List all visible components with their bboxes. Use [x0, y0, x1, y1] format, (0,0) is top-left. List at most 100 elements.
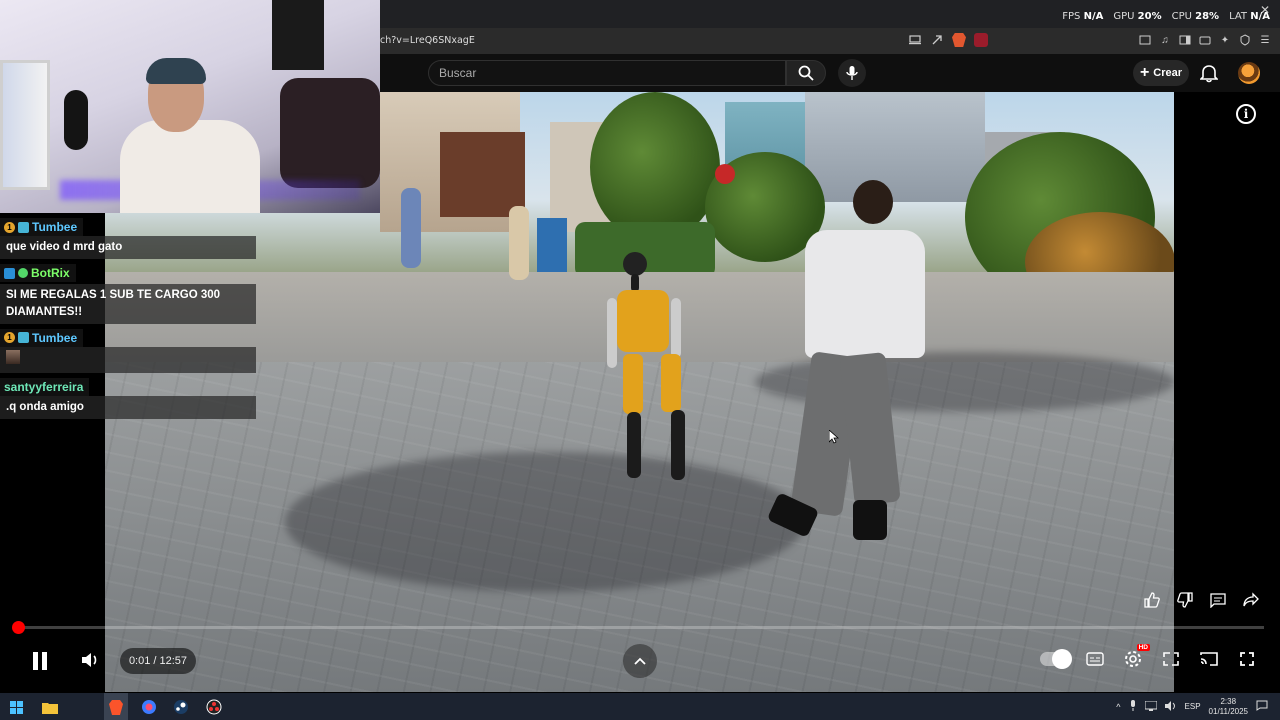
- brave-rewards-icon[interactable]: [974, 33, 988, 47]
- man-shoe: [853, 500, 887, 540]
- create-label: Crear: [1153, 67, 1183, 79]
- expand-up-button[interactable]: [623, 644, 657, 678]
- file-explorer-button[interactable]: [40, 697, 60, 717]
- chat-text: .q onda amigo: [0, 395, 256, 419]
- speaker-icon[interactable]: [1164, 700, 1177, 713]
- robot-leg: [623, 354, 643, 414]
- menu-icon[interactable]: ☰: [1258, 33, 1272, 47]
- close-window-icon[interactable]: ✕: [1260, 3, 1270, 17]
- steam-icon: [174, 700, 188, 714]
- settings-button[interactable]: HD: [1120, 644, 1150, 672]
- chat-username: BotRix: [0, 264, 76, 282]
- voice-search-button[interactable]: [838, 59, 866, 87]
- like-button[interactable]: [1140, 588, 1164, 612]
- obs-icon: [206, 699, 222, 715]
- screen: FPS N/A GPU 20% CPU 28% LAT N/A ✕ ch?v=L…: [0, 0, 1280, 720]
- fullscreen-button[interactable]: [1234, 646, 1260, 672]
- gpu-stat: GPU 20%: [1113, 11, 1162, 22]
- wallet-icon[interactable]: [1198, 33, 1212, 47]
- verified-badge-icon: [18, 268, 28, 278]
- folder-icon: [42, 702, 58, 714]
- autoplay-toggle[interactable]: [1040, 649, 1072, 669]
- shadow: [285, 452, 805, 592]
- info-icon[interactable]: i: [1236, 104, 1256, 124]
- search-icon: [798, 65, 814, 81]
- robot-leg: [661, 354, 681, 412]
- language-indicator[interactable]: ESP: [1185, 702, 1201, 711]
- chat-badge-icon: [18, 332, 29, 343]
- dislike-button[interactable]: [1173, 588, 1197, 612]
- steam-button[interactable]: [171, 697, 191, 717]
- chat-message: 1 Tumbee que video d mrd gato: [0, 213, 256, 259]
- miniplayer-button[interactable]: [1158, 646, 1184, 672]
- username-text: santyyferreira: [4, 379, 84, 394]
- subscriber-badge-icon: 1: [4, 221, 15, 233]
- chat-message: 1 Tumbee: [0, 324, 256, 373]
- leo-ai-icon[interactable]: ✦: [1218, 33, 1232, 47]
- network-icon[interactable]: [1144, 700, 1158, 713]
- clock[interactable]: 2:38 01/11/2025: [1209, 697, 1248, 717]
- thumbs-up-icon: [1144, 592, 1160, 608]
- url-field[interactable]: ch?v=LreQ6SNxagE: [380, 35, 475, 46]
- streamer-body: [120, 120, 260, 213]
- microphone-icon: [846, 66, 858, 80]
- windows-logo-icon: [9, 700, 23, 714]
- microphone-tray-icon[interactable]: [1129, 700, 1137, 713]
- brave-icon: [109, 699, 123, 715]
- vpn-icon[interactable]: [1238, 33, 1252, 47]
- chat-message: BotRix SI ME REGALAS 1 SUB TE CARGO 300 …: [0, 259, 256, 324]
- scrubber-handle[interactable]: [12, 621, 25, 634]
- comments-button[interactable]: [1206, 588, 1230, 612]
- brave-shields-icon[interactable]: [952, 33, 966, 47]
- chat-username: santyyferreira: [0, 377, 90, 396]
- subscriber-badge-icon: 1: [4, 332, 15, 343]
- emote-icon: [6, 349, 20, 364]
- moderator-badge-icon: [4, 267, 15, 279]
- pause-button[interactable]: [30, 650, 50, 677]
- robot-arm: [607, 298, 617, 368]
- share-button[interactable]: [1239, 588, 1263, 612]
- robot-shin: [627, 412, 641, 478]
- fullscreen-icon: [1240, 652, 1254, 666]
- man-head: [853, 180, 893, 224]
- app-button[interactable]: [139, 697, 159, 717]
- tree: [590, 92, 720, 242]
- media-icon[interactable]: ♫: [1158, 33, 1172, 47]
- building: [440, 132, 525, 217]
- mouse-cursor-icon: [829, 430, 839, 444]
- start-button[interactable]: [6, 697, 26, 717]
- miniplayer-icon: [1163, 652, 1179, 666]
- search-input[interactable]: Buscar: [428, 60, 786, 86]
- chat-badge-icon: [18, 221, 29, 233]
- subtitles-button[interactable]: [1082, 646, 1108, 672]
- volume-icon: [82, 653, 97, 667]
- plus-icon: +: [1139, 64, 1150, 81]
- show-hidden-icons-button[interactable]: ^: [1116, 702, 1120, 712]
- notifications-tray-icon[interactable]: [1256, 700, 1268, 713]
- account-avatar[interactable]: [1238, 62, 1260, 84]
- clock-date: 01/11/2025: [1208, 706, 1248, 716]
- gear-icon: [1125, 651, 1141, 667]
- app-icon: [142, 700, 156, 714]
- search-button[interactable]: [786, 60, 826, 86]
- cast-tab-icon[interactable]: [908, 33, 922, 47]
- reader-mode-icon[interactable]: [1138, 33, 1152, 47]
- thumbs-down-icon: [1177, 592, 1193, 608]
- sidebar-icon[interactable]: [1178, 33, 1192, 47]
- performance-overlay: FPS N/A GPU 20% CPU 28% LAT N/A: [1062, 11, 1270, 22]
- gaming-chair: [280, 78, 380, 188]
- pedestrian: [509, 206, 529, 280]
- hanging-jersey: [272, 0, 324, 70]
- create-button[interactable]: + Crear: [1133, 60, 1189, 86]
- cast-button[interactable]: [1196, 646, 1222, 672]
- progress-bar[interactable]: [18, 626, 1264, 629]
- time-display: 0:01 / 12:57: [120, 648, 196, 674]
- obs-button[interactable]: [204, 697, 224, 717]
- robot-arm: [671, 298, 681, 358]
- volume-button[interactable]: [80, 650, 100, 675]
- bell-icon: [1199, 65, 1219, 83]
- brave-browser-button[interactable]: [106, 697, 126, 717]
- chat-username: 1 Tumbee: [0, 218, 84, 236]
- share-icon[interactable]: [930, 33, 944, 47]
- notifications-button[interactable]: [1199, 63, 1219, 88]
